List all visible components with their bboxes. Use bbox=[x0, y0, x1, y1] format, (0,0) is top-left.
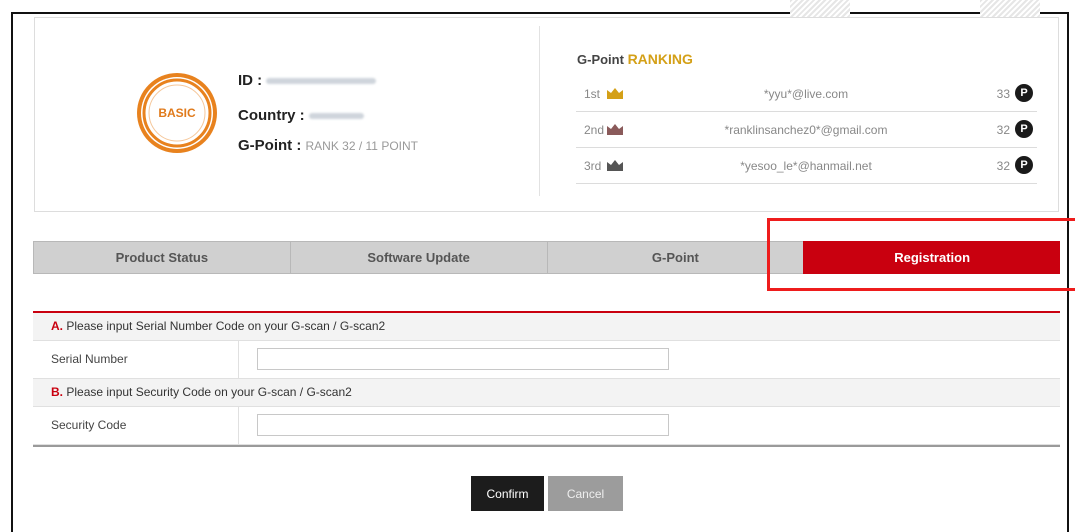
ranking-row: 2nd *ranklinsanchez0*@gmail.com 32 P bbox=[576, 112, 1037, 148]
rank-points: 33 bbox=[996, 87, 1010, 101]
confirm-button[interactable]: Confirm bbox=[471, 476, 544, 511]
rank-email: *yyu*@live.com bbox=[763, 87, 849, 101]
section-b-text: Please input Security Code on your G-sca… bbox=[66, 385, 352, 399]
form-bottom-rule bbox=[33, 445, 1060, 447]
ranking-title-prefix: G-Point bbox=[577, 52, 624, 67]
point-icon: P bbox=[1015, 120, 1033, 138]
redacted-country bbox=[308, 113, 364, 120]
badge-label: BASIC bbox=[158, 106, 196, 120]
point-icon: P bbox=[1015, 84, 1033, 102]
ranking-row: 1st *yyu*@live.com 33 P bbox=[576, 76, 1037, 112]
country-label: Country : bbox=[238, 107, 305, 124]
crown-icon bbox=[607, 88, 623, 99]
tab-registration[interactable]: Registration bbox=[803, 241, 1060, 274]
gpoint-row: G-Point : RANK 32 / 11 POINT bbox=[238, 137, 418, 154]
crown-icon bbox=[607, 124, 623, 135]
tab-software-update[interactable]: Software Update bbox=[289, 241, 547, 274]
gpoint-value: RANK 32 / 11 POINT bbox=[305, 139, 418, 153]
rank-points: 32 bbox=[996, 159, 1010, 173]
serial-number-row: Serial Number bbox=[33, 341, 1060, 379]
registration-form: A. Please input Serial Number Code on yo… bbox=[33, 311, 1060, 447]
cancel-button[interactable]: Cancel bbox=[548, 476, 623, 511]
id-row: ID : bbox=[238, 72, 377, 89]
ranking-title-accent: RANKING bbox=[627, 51, 693, 67]
profile-box: BASIC ID : Country : G-Point : RANK 32 /… bbox=[34, 17, 1059, 212]
section-a-header: A. Please input Serial Number Code on yo… bbox=[33, 313, 1060, 341]
section-a-letter: A. bbox=[51, 319, 63, 333]
country-row: Country : bbox=[238, 107, 364, 124]
security-code-input[interactable] bbox=[257, 414, 669, 436]
gpoint-label: G-Point : bbox=[238, 137, 302, 154]
section-b-letter: B. bbox=[51, 385, 63, 399]
tab-bar: Product Status Software Update G-Point R… bbox=[33, 241, 1060, 274]
rank-email: *ranklinsanchez0*@gmail.com bbox=[724, 123, 888, 137]
field-divider bbox=[238, 407, 239, 444]
tab-product-status[interactable]: Product Status bbox=[33, 241, 290, 274]
point-icon: P bbox=[1015, 156, 1033, 174]
rank-email: *yesoo_le*@hanmail.net bbox=[740, 159, 872, 173]
id-label: ID : bbox=[238, 72, 263, 89]
security-code-row: Security Code bbox=[33, 407, 1060, 445]
serial-number-input[interactable] bbox=[257, 348, 669, 370]
section-a-text: Please input Serial Number Code on your … bbox=[66, 319, 386, 333]
rank-position: 3rd bbox=[584, 159, 602, 173]
ranking-title: G-Point RANKING bbox=[577, 51, 693, 67]
serial-number-label: Serial Number bbox=[51, 352, 128, 366]
rank-position: 1st bbox=[584, 87, 601, 101]
security-code-label: Security Code bbox=[51, 418, 127, 432]
rank-position: 2nd bbox=[584, 123, 605, 137]
section-b-header: B. Please input Security Code on your G-… bbox=[33, 379, 1060, 407]
tab-g-point[interactable]: G-Point bbox=[546, 241, 804, 274]
rank-points: 32 bbox=[996, 123, 1010, 137]
redacted-id bbox=[266, 78, 377, 85]
profile-divider bbox=[539, 26, 540, 196]
field-divider bbox=[238, 341, 239, 378]
crown-icon bbox=[607, 160, 623, 171]
ranking-table: 1st *yyu*@live.com 33 P 2nd *ranklinsanc… bbox=[576, 76, 1037, 184]
ranking-row: 3rd *yesoo_le*@hanmail.net 32 P bbox=[576, 148, 1037, 184]
